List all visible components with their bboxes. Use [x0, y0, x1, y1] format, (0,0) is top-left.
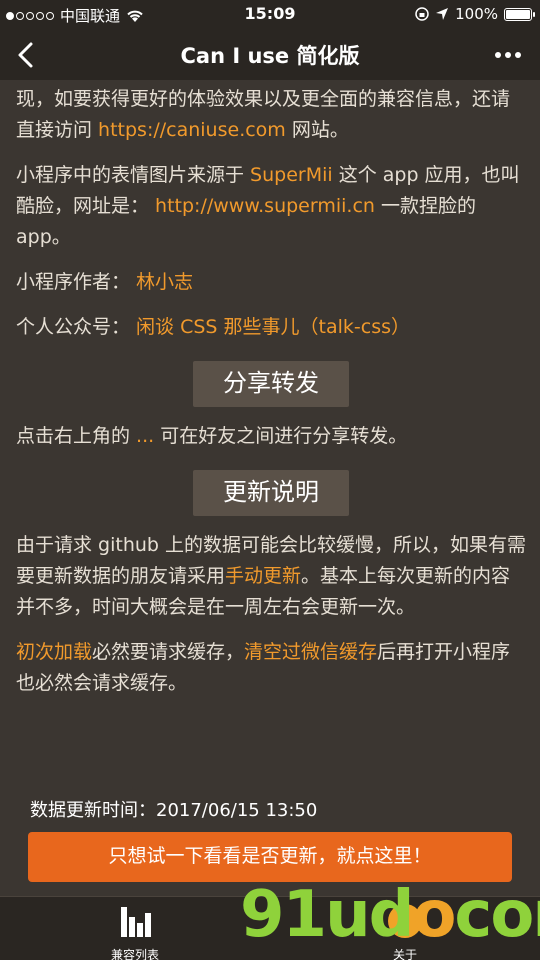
- page-title: Can I use 简化版: [180, 44, 360, 68]
- wechat-link[interactable]: 闲谈 CSS 那些事儿（talk-css）: [136, 316, 410, 338]
- intro-paragraph: 现，如要获得更好的体验效果以及更全面的兼容信息，还请直接访问 https://c…: [16, 84, 526, 146]
- share-dots-link: ...: [136, 425, 155, 447]
- more-menu-button[interactable]: [488, 40, 528, 70]
- more-dot-icon: [505, 52, 511, 58]
- watermark-com: com: [454, 878, 540, 952]
- emoji-text: 小程序中的表情图片来源于: [16, 164, 251, 186]
- watermark-text: 91ud: [240, 878, 414, 952]
- cache-paragraph: 初次加载必然要请求缓存，清空过微信缓存后再打开小程序也必然会请求缓存。: [16, 637, 526, 699]
- cache-text: 必然要请求缓存，: [92, 641, 245, 663]
- share-paragraph: 点击右上角的 ... 可在好友之间进行分享转发。: [16, 421, 526, 452]
- bar-chart-icon: [121, 907, 151, 937]
- update-section-heading[interactable]: 更新说明: [193, 470, 349, 516]
- author-row: 小程序作者： 林小志: [16, 267, 526, 298]
- author-link[interactable]: 林小志: [136, 271, 193, 293]
- share-text: 点击右上角的: [16, 425, 137, 447]
- supermii-link[interactable]: SuperMii: [250, 164, 333, 186]
- watermark-o: o: [412, 878, 456, 952]
- share-section-heading[interactable]: 分享转发: [193, 361, 349, 407]
- status-bar: 中国联通 15:09 100%: [0, 0, 540, 28]
- intro-text-end: 网站。: [285, 119, 349, 141]
- share-text-end: 可在好友之间进行分享转发。: [154, 425, 408, 447]
- battery-icon: [504, 7, 535, 21]
- battery-percent: 100%: [455, 5, 498, 23]
- emoji-source-paragraph: 小程序中的表情图片来源于 SuperMii 这个 app 应用，也叫酷脸，网址是…: [16, 160, 526, 253]
- tab-compat-label: 兼容列表: [110, 948, 159, 960]
- supermii-url-link[interactable]: http://www.supermii.cn: [155, 195, 375, 217]
- about-content: 现，如要获得更好的体验效果以及更全面的兼容信息，还请直接访问 https://c…: [16, 80, 526, 699]
- watermark-logo: 91udocom: [240, 878, 540, 952]
- more-dot-icon: [495, 52, 501, 58]
- wechat-row: 个人公众号： 闲谈 CSS 那些事儿（talk-css）: [16, 312, 526, 343]
- first-load-link[interactable]: 初次加载: [16, 641, 92, 663]
- wechat-label: 个人公众号：: [16, 316, 137, 338]
- update-time: 数据更新时间：2017/06/15 13:50: [30, 800, 318, 821]
- clear-cache-link[interactable]: 清空过微信缓存: [244, 641, 377, 663]
- tab-compat-list[interactable]: 兼容列表: [80, 901, 190, 960]
- navigation-bar: Can I use 简化版: [0, 28, 540, 80]
- more-dot-icon: [515, 52, 521, 58]
- status-right: 100%: [415, 5, 535, 23]
- app-screen: 中国联通 15:09 100% Can I use 简化版 现，如要获得更好的体…: [0, 0, 540, 960]
- battery-fill: [506, 9, 530, 19]
- orientation-lock-icon: [415, 7, 429, 21]
- author-label: 小程序作者：: [16, 271, 137, 293]
- caniuse-link[interactable]: https://caniuse.com: [98, 119, 286, 141]
- check-update-button[interactable]: 只想试一下看看是否更新，就点这里！: [28, 832, 512, 882]
- location-icon: [436, 8, 449, 20]
- manual-update-link[interactable]: 手动更新: [225, 565, 301, 587]
- update-paragraph: 由于请求 github 上的数据可能会比较缓慢，所以，如果有需要更新数据的朋友请…: [16, 530, 526, 623]
